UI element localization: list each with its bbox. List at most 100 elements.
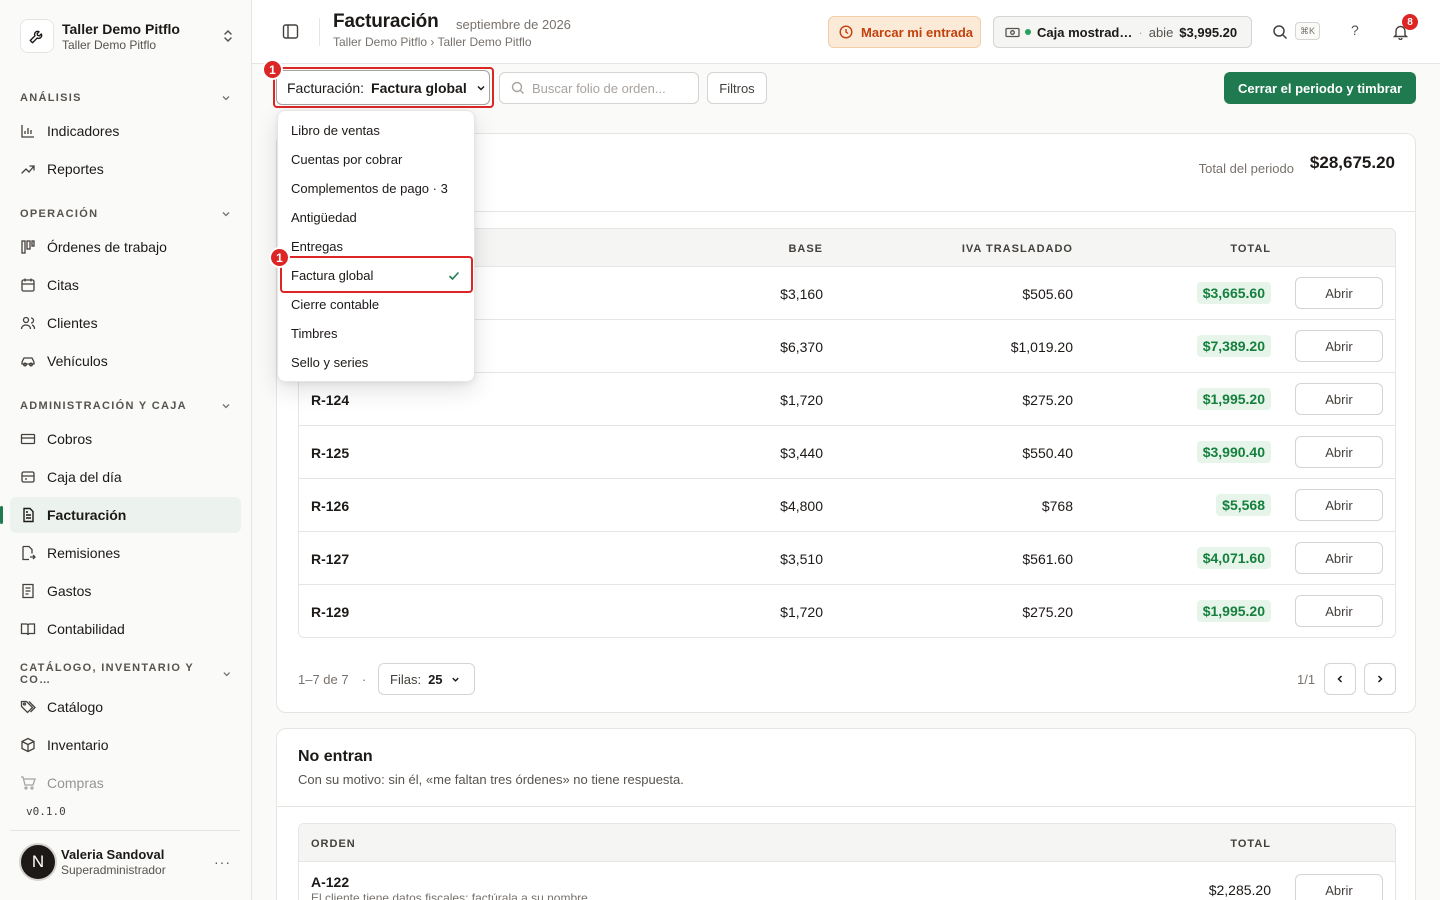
total: $7,389.20 [1196, 335, 1271, 357]
sidebar-item-label: Facturación [47, 507, 127, 523]
cash-register-status[interactable]: Caja mostrad… · abie $3,995.20 [993, 16, 1252, 48]
sidebar-item-label: Gastos [47, 583, 92, 599]
menu-item-sello-series[interactable]: Sello y series [278, 348, 474, 377]
sidebar-item-facturacion[interactable]: Facturación [10, 497, 241, 533]
base: $3,510 [780, 551, 823, 567]
sidebar-item-citas[interactable]: Citas [10, 267, 241, 303]
sidebar-item-label: Inventario [47, 737, 109, 753]
search-input[interactable]: Buscar folio de orden... [499, 72, 699, 104]
sidebar-item-inventario[interactable]: Inventario [10, 727, 241, 763]
total: $3,990.40 [1196, 441, 1271, 463]
base: $3,160 [780, 286, 823, 302]
open-button[interactable]: Abrir [1295, 330, 1383, 362]
menu-item-libro-ventas[interactable]: Libro de ventas [278, 116, 474, 145]
base: $1,720 [780, 604, 823, 620]
open-button[interactable]: Abrir [1295, 874, 1383, 900]
period-total: $28,675.20 [1309, 153, 1395, 172]
folio: R-126 [311, 498, 350, 514]
sidebar-toggle-icon[interactable] [282, 23, 299, 40]
highlight-box [280, 256, 473, 293]
sidebar-item-catalogo[interactable]: Catálogo [10, 689, 241, 725]
prev-page-button[interactable] [1324, 663, 1356, 695]
book-open-icon [20, 623, 36, 636]
section-catalogo[interactable]: CATÁLOGO, INVENTARIO Y CO… [20, 662, 232, 686]
chevron-updown-icon [224, 29, 232, 43]
section-analisis[interactable]: ANÁLISIS [20, 91, 232, 105]
chevron-down-icon [222, 212, 230, 217]
sidebar-item-compras[interactable]: Compras [10, 765, 241, 801]
chevron-left-icon [1337, 675, 1343, 683]
table-row: A-122 El cliente tiene datos fiscales: f… [299, 862, 1395, 900]
sidebar-item-label: Clientes [47, 315, 98, 331]
sidebar-item-remisiones[interactable]: Remisiones [10, 535, 241, 571]
sidebar-item-label: Citas [47, 277, 79, 293]
menu-item-cierre-contable[interactable]: Cierre contable [278, 290, 474, 319]
app-version: v0.1.0 [26, 805, 66, 818]
sidebar-item-label: Vehículos [47, 353, 108, 369]
user-role: Superadministrador [61, 862, 166, 877]
close-period-button[interactable]: Cerrar el periodo y timbrar [1224, 72, 1416, 104]
sidebar-item-gastos[interactable]: Gastos [10, 573, 241, 609]
base: $3,440 [780, 445, 823, 461]
mode-dropdown-menu: Libro de ventas Cuentas por cobrar Compl… [277, 110, 475, 382]
filters-button[interactable]: Filtros [707, 72, 767, 104]
active-indicator [0, 506, 3, 524]
column-header-total: TOTAL [1230, 243, 1271, 255]
period-total-label: Total del periodo [1198, 161, 1294, 176]
open-button[interactable]: Abrir [1295, 542, 1383, 574]
sidebar-item-contabilidad[interactable]: Contabilidad [10, 611, 241, 647]
folio: R-129 [311, 604, 350, 620]
section-administracion[interactable]: ADMINISTRACIÓN Y CAJA [20, 399, 232, 413]
total: $5,568 [1216, 494, 1271, 516]
section-operacion[interactable]: OPERACIÓN [20, 207, 232, 221]
search-placeholder: Buscar folio de orden... [532, 80, 666, 96]
shortcut-hint: ⌘K [1295, 22, 1320, 40]
page-title: Facturación [333, 11, 439, 32]
workspace-switcher[interactable]: Taller Demo Pitflo Taller Demo Pitflo [20, 16, 242, 56]
menu-item-timbres[interactable]: Timbres [278, 319, 474, 348]
search-icon[interactable] [1272, 24, 1288, 40]
total: $4,071.60 [1196, 547, 1271, 569]
sidebar-item-label: Órdenes de trabajo [47, 239, 167, 255]
column-header-iva: IVA TRASLADADO [961, 243, 1073, 255]
user-menu[interactable]: N Valeria Sandoval Superadministrador ··… [19, 842, 241, 882]
iva: $275.20 [1022, 604, 1073, 620]
highlight-box [273, 67, 494, 108]
chevron-down-icon [222, 404, 230, 409]
open-button[interactable]: Abrir [1295, 595, 1383, 627]
sidebar-item-reportes[interactable]: Reportes [10, 151, 241, 187]
sidebar-item-indicadores[interactable]: Indicadores [10, 113, 241, 149]
divider [319, 18, 320, 46]
total: $1,995.20 [1196, 600, 1271, 622]
top-header: Facturación septiembre de 2026 Taller De… [252, 0, 1440, 64]
sidebar-item-cobros[interactable]: Cobros [10, 421, 241, 457]
rows-per-page-select[interactable]: Filas: 25 [378, 663, 475, 695]
step-marker: 1 [262, 59, 283, 80]
reason: El cliente tiene datos fiscales: factúra… [311, 891, 588, 900]
iva: $275.20 [1022, 392, 1073, 408]
menu-item-antiguedad[interactable]: Antigüedad [278, 203, 474, 232]
open-button[interactable]: Abrir [1295, 489, 1383, 521]
sidebar-item-caja[interactable]: Caja del día [10, 459, 241, 495]
more-icon[interactable]: ··· [214, 854, 231, 870]
sidebar-item-clientes[interactable]: Clientes [10, 305, 241, 341]
help-button[interactable]: ? [1351, 22, 1359, 38]
wrench-icon [20, 19, 54, 53]
sidebar-item-ordenes[interactable]: Órdenes de trabajo [10, 229, 241, 265]
section-description: Con su motivo: sin él, «me faltan tres ó… [298, 772, 684, 787]
section-label: CATÁLOGO, INVENTARIO Y CO… [20, 662, 194, 686]
sidebar-item-label: Contabilidad [47, 621, 125, 637]
chevron-down-icon [222, 672, 230, 677]
menu-item-cuentas-cobrar[interactable]: Cuentas por cobrar [278, 145, 474, 174]
sidebar-item-vehiculos[interactable]: Vehículos [10, 343, 241, 379]
clock-in-button[interactable]: Marcar mi entrada [828, 16, 981, 48]
menu-item-complementos-pago[interactable]: Complementos de pago · 3 [278, 174, 474, 203]
column-header-total: TOTAL [1230, 838, 1271, 850]
section-label: ADMINISTRACIÓN Y CAJA [20, 400, 187, 412]
open-button[interactable]: Abrir [1295, 436, 1383, 468]
next-page-button[interactable] [1364, 663, 1396, 695]
open-button[interactable]: Abrir [1295, 383, 1383, 415]
notification-badge: 8 [1402, 14, 1418, 30]
column-header-base: BASE [788, 243, 823, 255]
open-button[interactable]: Abrir [1295, 277, 1383, 309]
